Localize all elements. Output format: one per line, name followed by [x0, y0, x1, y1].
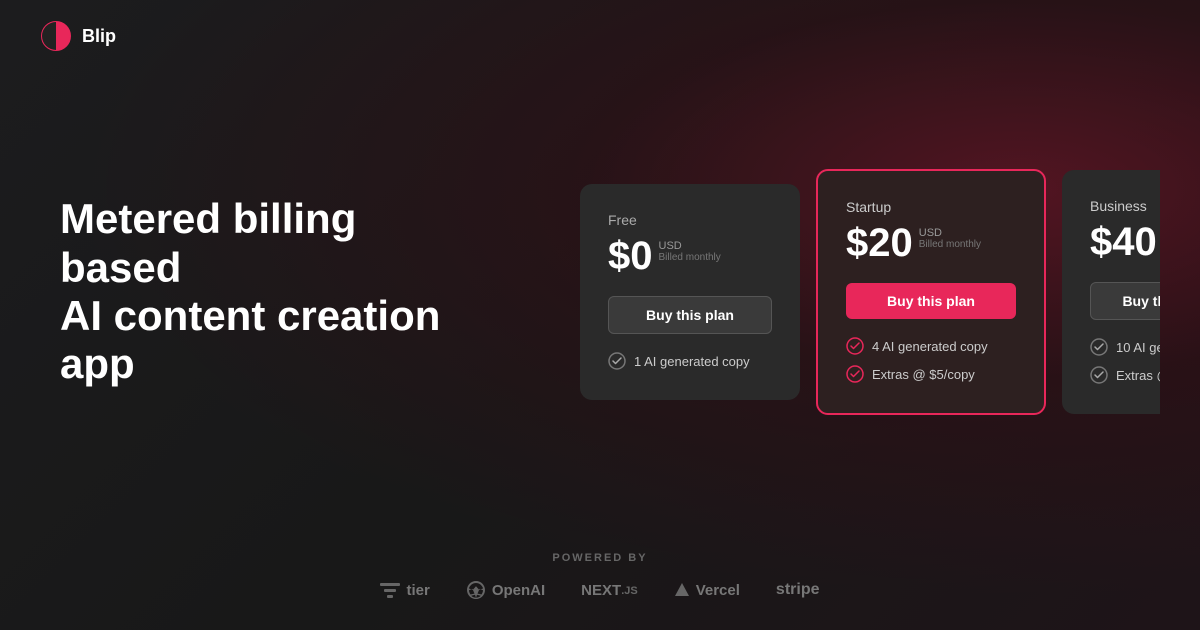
check-icon	[846, 365, 864, 383]
startup-price-row: $20 USD Billed monthly	[846, 223, 1016, 263]
startup-buy-button[interactable]: Buy this plan	[846, 283, 1016, 319]
business-price: $40	[1090, 222, 1157, 262]
free-billing: Billed monthly	[659, 252, 721, 263]
startup-features: 4 AI generated copy Extras @ $5/copy	[846, 337, 1016, 383]
openai-icon	[466, 580, 486, 600]
startup-feature-1: 4 AI generated copy	[846, 337, 1016, 355]
openai-brand: OpenAI	[466, 580, 545, 600]
startup-price: $20	[846, 223, 913, 263]
openai-label: OpenAI	[492, 582, 545, 599]
logo-text: Blip	[82, 26, 116, 47]
nextjs-brand: NEXT.JS	[581, 582, 638, 599]
pricing-cards: Free $0 USD Billed monthly Buy this plan	[580, 169, 1160, 415]
startup-feature-2: Extras @ $5/copy	[846, 365, 1016, 383]
vercel-brand: Vercel	[674, 582, 740, 599]
pricing-card-business: Business $40 USD Billed mo... Buy thi...	[1062, 170, 1160, 414]
tier-label: tier	[406, 582, 429, 599]
business-features: 10 AI genera... Extras @ $4/...	[1090, 338, 1160, 384]
free-price: $0	[608, 236, 653, 276]
free-price-row: $0 USD Billed monthly	[608, 236, 772, 276]
check-icon	[1090, 338, 1108, 356]
vercel-icon	[674, 582, 690, 598]
check-icon	[846, 337, 864, 355]
free-features: 1 AI generated copy	[608, 352, 772, 370]
free-currency: USD	[659, 240, 721, 252]
nextjs-label: NEXT.JS	[581, 582, 638, 599]
business-buy-button[interactable]: Buy thi...	[1090, 282, 1160, 320]
blip-logo-icon	[40, 20, 72, 52]
free-plan-name: Free	[608, 212, 772, 228]
hero-title: Metered billing based AI content creatio…	[60, 195, 480, 388]
tier-brand: tier	[380, 581, 429, 599]
vercel-label: Vercel	[696, 582, 740, 599]
tier-icon	[380, 581, 400, 599]
check-icon	[608, 352, 626, 370]
stripe-brand: stripe	[776, 581, 820, 599]
powered-by-label: POWERED BY	[552, 552, 647, 564]
stripe-label: stripe	[776, 581, 820, 599]
business-feature-2: Extras @ $4/...	[1090, 366, 1160, 384]
pricing-card-startup: Startup $20 USD Billed monthly Buy this …	[816, 169, 1046, 415]
business-plan-name: Business	[1090, 198, 1160, 214]
pricing-card-free: Free $0 USD Billed monthly Buy this plan	[580, 184, 800, 400]
free-buy-button[interactable]: Buy this plan	[608, 296, 772, 334]
check-icon	[1090, 366, 1108, 384]
startup-price-details: USD Billed monthly	[919, 223, 981, 250]
startup-plan-name: Startup	[846, 199, 1016, 215]
free-price-details: USD Billed monthly	[659, 236, 721, 263]
business-feature-1: 10 AI genera...	[1090, 338, 1160, 356]
free-feature-1: 1 AI generated copy	[608, 352, 772, 370]
powered-by-logos: tier OpenAI NEXT.JS Vercel	[380, 580, 819, 600]
startup-billing: Billed monthly	[919, 239, 981, 250]
business-price-row: $40 USD Billed mo...	[1090, 222, 1160, 262]
hero-section: Metered billing based AI content creatio…	[60, 195, 480, 388]
startup-currency: USD	[919, 227, 981, 239]
footer: POWERED BY tier OpenAI NEXT.JS	[0, 532, 1200, 630]
